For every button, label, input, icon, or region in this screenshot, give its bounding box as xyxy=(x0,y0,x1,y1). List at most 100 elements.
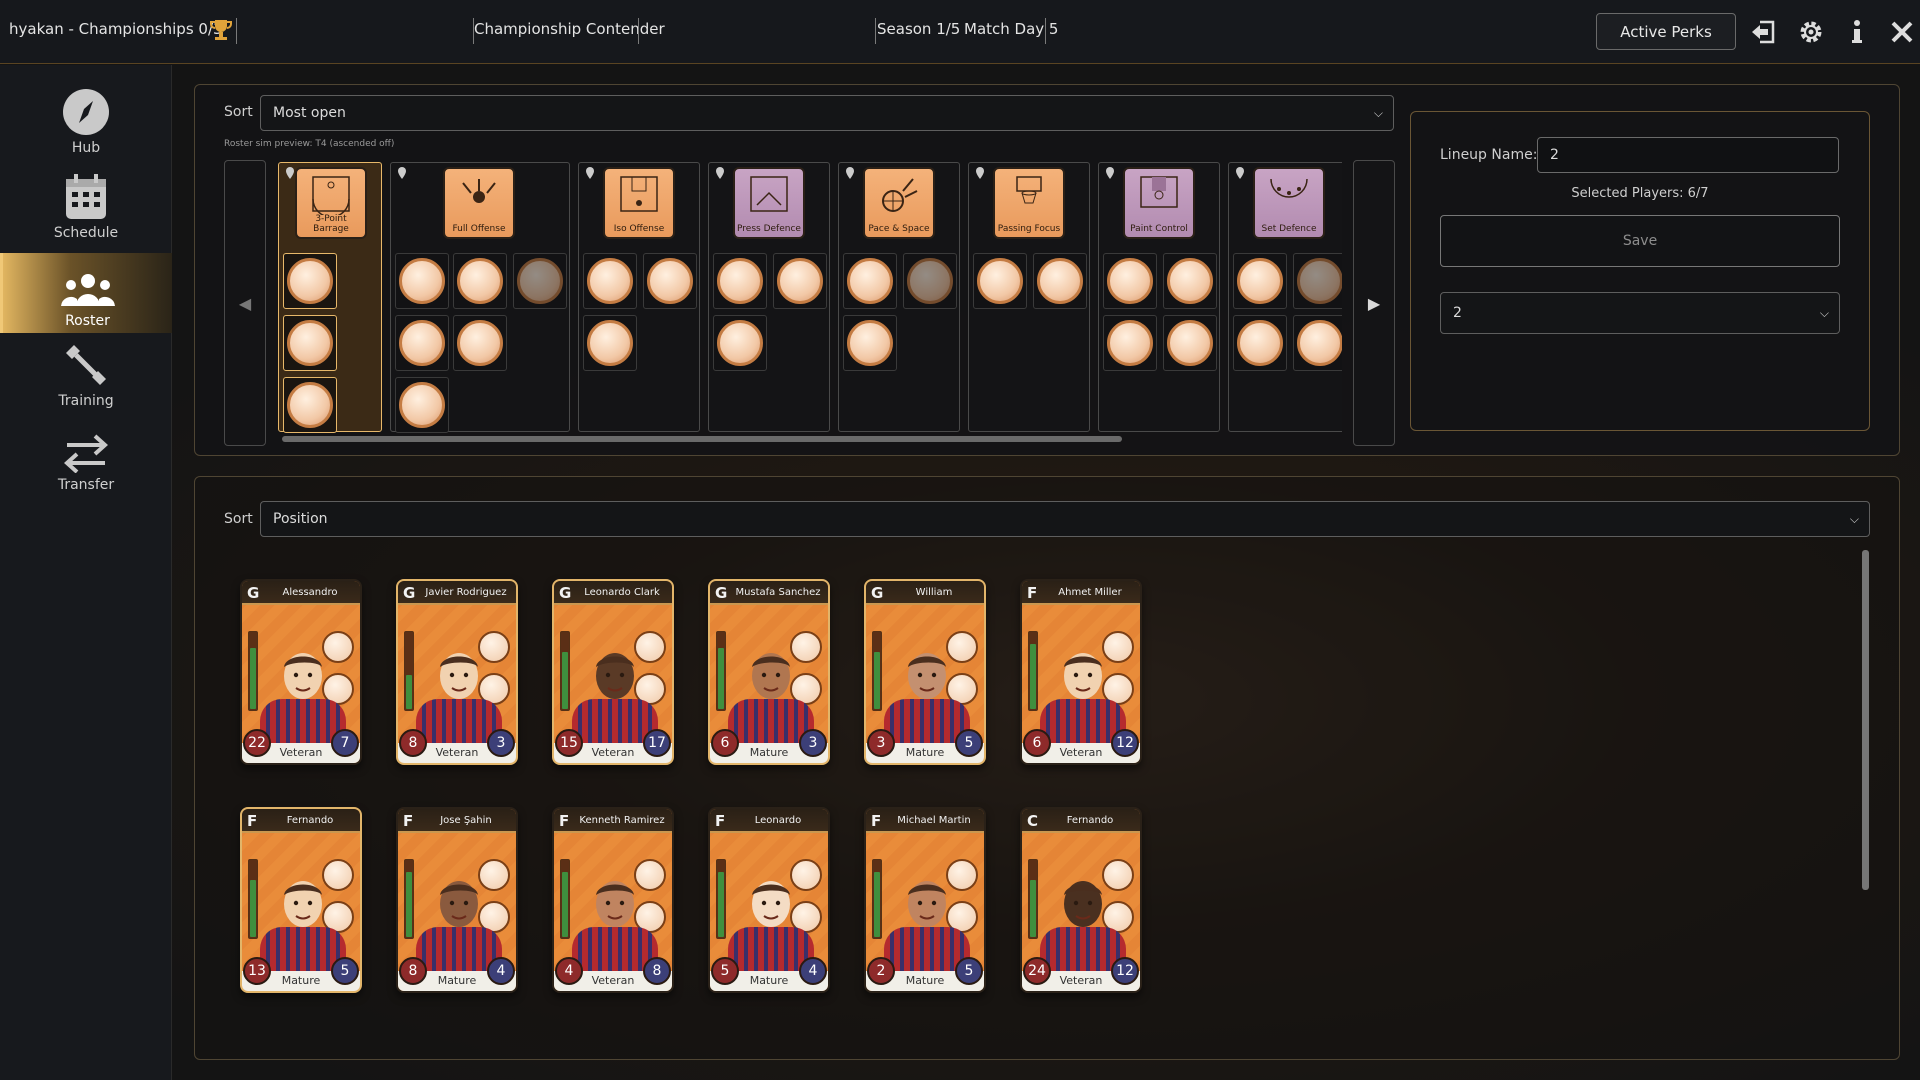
player-card[interactable]: F Ahmet Miller Veteran 6 12 xyxy=(1020,579,1142,765)
lineup-slot[interactable] xyxy=(583,253,637,309)
tactics-next-button[interactable]: ▶ xyxy=(1353,160,1395,446)
player-position: F xyxy=(247,812,258,830)
lineup-select[interactable]: 2 ⌵ xyxy=(1440,292,1840,334)
tactic-name: Paint Control xyxy=(1130,224,1188,234)
tactics-sort-select[interactable]: Most open ⌵ xyxy=(260,95,1394,131)
lineup-slot[interactable] xyxy=(283,253,337,309)
tactic-group[interactable]: 3-Point Barrage xyxy=(278,162,382,433)
sidebar-item-roster[interactable]: Roster xyxy=(0,253,172,333)
lineup-slot[interactable] xyxy=(395,377,449,433)
tactics-prev-button[interactable]: ◀ xyxy=(224,160,266,446)
sidebar-item-schedule[interactable]: Schedule xyxy=(0,165,172,245)
selected-players-count: Selected Players: 6/7 xyxy=(1571,186,1709,201)
sidebar-item-training[interactable]: Training xyxy=(0,333,172,413)
lineup-slot[interactable] xyxy=(1033,253,1087,309)
skill-badge-icon xyxy=(457,258,503,304)
lineup-slot[interactable] xyxy=(1103,253,1157,309)
lineup-slot[interactable] xyxy=(583,315,637,371)
close-icon[interactable] xyxy=(1884,14,1920,50)
energy-fill xyxy=(250,880,256,937)
lineup-slot[interactable] xyxy=(1103,315,1157,371)
tactics-scroll[interactable]: 3-Point Barrage Full Offense Iso Offense xyxy=(278,162,1342,444)
tactic-card[interactable]: Paint Control xyxy=(1123,167,1195,239)
lineup-slot[interactable] xyxy=(1163,253,1217,309)
tactic-card[interactable]: Full Offense xyxy=(443,167,515,239)
tactic-card[interactable]: Press Defence xyxy=(733,167,805,239)
chevron-down-icon: ⌵ xyxy=(1849,512,1859,526)
player-card[interactable]: C Fernando Veteran 24 12 xyxy=(1020,807,1142,993)
skill-badge-icon xyxy=(399,258,445,304)
player-card[interactable]: G William Mature 3 5 xyxy=(864,579,986,765)
lineup-slot[interactable] xyxy=(1163,315,1217,371)
energy-bar xyxy=(560,631,570,711)
energy-fill xyxy=(1030,644,1036,709)
tactics-scrollbar[interactable] xyxy=(282,436,1122,442)
tactic-group[interactable]: Set Defence xyxy=(1228,162,1342,432)
lineup-slot[interactable] xyxy=(395,315,449,371)
lineup-slot[interactable] xyxy=(713,315,767,371)
player-avatar xyxy=(596,881,634,927)
player-card[interactable]: F Michael Martin Mature 2 5 xyxy=(864,807,986,993)
lineup-slot[interactable] xyxy=(283,315,337,371)
player-card[interactable]: F Leonardo Mature 5 4 xyxy=(708,807,830,993)
skill-badge-icon xyxy=(717,320,763,366)
player-card[interactable]: F Kenneth Ramirez Veteran 4 8 xyxy=(552,807,674,993)
tactic-card[interactable]: 3-Point Barrage xyxy=(295,167,367,239)
tactic-card[interactable]: Set Defence xyxy=(1253,167,1325,239)
player-position: G xyxy=(247,584,260,602)
lineup-name-input[interactable]: 2 xyxy=(1537,137,1839,173)
lineup-slot[interactable] xyxy=(843,253,897,309)
player-avatar xyxy=(752,653,790,699)
lineup-slot[interactable] xyxy=(773,253,827,309)
player-card[interactable]: G Leonardo Clark Veteran 15 17 xyxy=(552,579,674,765)
player-card[interactable]: G Javier Rodriguez Veteran 8 3 xyxy=(396,579,518,765)
lineup-slot[interactable] xyxy=(843,315,897,371)
energy-fill xyxy=(406,872,412,937)
sidebar-item-hub[interactable]: Hub xyxy=(0,80,172,160)
roster-sort-select[interactable]: Position ⌵ xyxy=(260,501,1870,537)
tactic-group[interactable]: Pace & Space xyxy=(838,162,960,432)
roster-scrollbar[interactable] xyxy=(1862,550,1869,890)
lineup-slot[interactable] xyxy=(453,253,507,309)
tactic-group[interactable]: Paint Control xyxy=(1098,162,1220,432)
player-card[interactable]: F Jose Şahin Mature 8 4 xyxy=(396,807,518,993)
tactic-card[interactable]: Pace & Space xyxy=(863,167,935,239)
lineup-slot[interactable] xyxy=(1293,315,1342,371)
lineup-slot[interactable] xyxy=(973,253,1027,309)
player-card[interactable]: F Fernando Mature 13 5 xyxy=(240,807,362,993)
lineup-slot[interactable] xyxy=(283,377,337,433)
info-icon[interactable] xyxy=(1839,14,1875,50)
sidebar-item-label: Schedule xyxy=(53,225,119,241)
hoop-icon xyxy=(1016,176,1042,204)
tactic-group[interactable]: Iso Offense xyxy=(578,162,700,432)
tactic-group[interactable]: Full Offense xyxy=(390,162,570,433)
tactics-sort-value: Most open xyxy=(273,105,346,121)
lineup-slot[interactable] xyxy=(903,253,957,309)
lineup-slot[interactable] xyxy=(395,253,449,309)
gear-icon[interactable] xyxy=(1793,14,1829,50)
lineup-slot[interactable] xyxy=(713,253,767,309)
energy-bar xyxy=(248,859,258,939)
tactic-card[interactable]: Passing Focus xyxy=(993,167,1065,239)
sidebar-item-label: Transfer xyxy=(57,477,115,493)
chevron-left-icon: ◀ xyxy=(238,293,252,313)
player-avatar xyxy=(596,653,634,699)
save-button[interactable]: Save xyxy=(1440,215,1840,267)
tactic-group[interactable]: Passing Focus xyxy=(968,162,1090,432)
tactic-card[interactable]: Iso Offense xyxy=(603,167,675,239)
exit-icon[interactable] xyxy=(1745,14,1781,50)
lineup-slot[interactable] xyxy=(1293,253,1342,309)
lineup-slot[interactable] xyxy=(1233,315,1287,371)
sidebar-item-transfer[interactable]: Transfer xyxy=(0,417,172,497)
lineup-slot[interactable] xyxy=(643,253,697,309)
tactic-group[interactable]: Press Defence xyxy=(708,162,830,432)
player-card[interactable]: G Alessandro Veteran 22 7 xyxy=(240,579,362,765)
active-perks-button[interactable]: Active Perks xyxy=(1596,13,1736,50)
lineup-slot[interactable] xyxy=(453,315,507,371)
lineup-slot[interactable] xyxy=(1233,253,1287,309)
tactic-name: Press Defence xyxy=(737,224,801,234)
tactic-name: Set Defence xyxy=(1261,224,1317,234)
lineup-slot[interactable] xyxy=(513,253,567,309)
energy-fill xyxy=(562,872,568,937)
player-card[interactable]: G Mustafa Sanchez Mature 6 3 xyxy=(708,579,830,765)
